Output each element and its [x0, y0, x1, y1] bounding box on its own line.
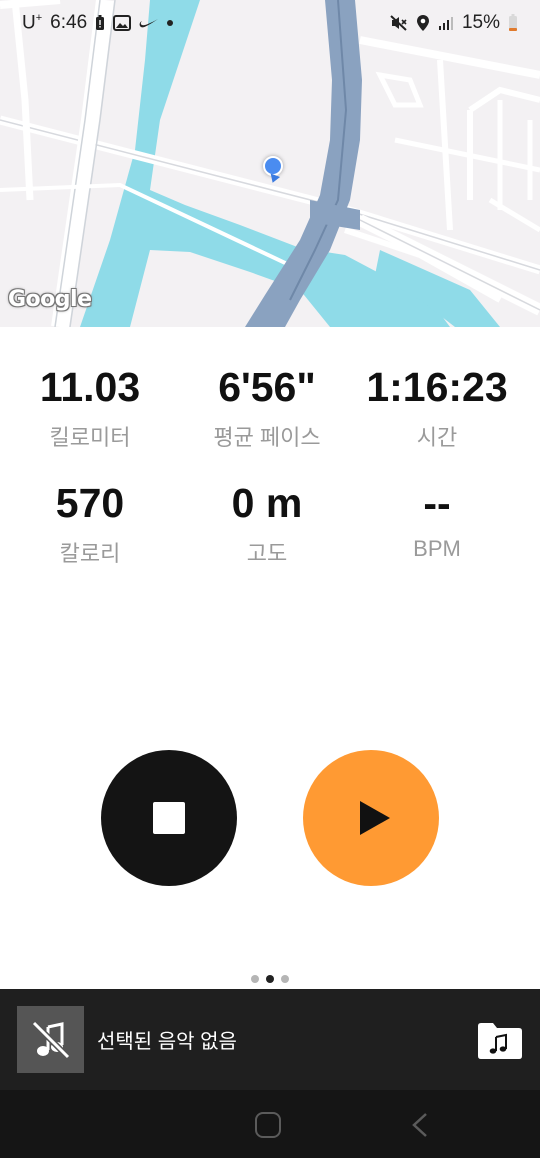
battery-saver-icon: [95, 14, 105, 31]
route-map[interactable]: Google: [0, 0, 540, 327]
nike-swoosh-icon: [139, 17, 159, 29]
back-icon[interactable]: [408, 1112, 432, 1138]
notification-dot-icon: [167, 19, 174, 26]
stat-distance-value: 11.03: [39, 364, 141, 410]
home-icon[interactable]: [255, 1112, 281, 1138]
music-folder-icon: [478, 1022, 522, 1059]
stat-calories-label: 칼로리: [59, 541, 121, 566]
stat-time-value: 1:16:23: [366, 364, 508, 410]
stat-heart-rate: -- BPM: [347, 483, 527, 562]
page-indicator: [0, 975, 540, 983]
stat-time-label: 시간: [416, 425, 458, 450]
resume-button[interactable]: [303, 750, 439, 886]
stat-time: 1:16:23 시간: [347, 367, 527, 452]
google-logo: Google: [8, 287, 92, 312]
music-bar: 선택된 음악 없음: [0, 989, 540, 1090]
play-icon: [360, 801, 390, 835]
stat-heart-rate-label: BPM: [413, 536, 461, 561]
stat-calories-value: 570: [55, 480, 125, 526]
music-status-text: 선택된 음악 없음: [97, 1031, 237, 1053]
stat-calories: 570 칼로리: [0, 483, 180, 568]
stat-heart-rate-value: --: [423, 480, 451, 526]
battery-percent: 15%: [461, 12, 500, 33]
stop-icon: [153, 802, 185, 834]
page-dot[interactable]: [251, 975, 259, 983]
page-dot[interactable]: [281, 975, 289, 983]
stat-distance-label: 킬로미터: [49, 425, 131, 450]
location-pin-icon: [416, 14, 430, 32]
current-location-marker: [263, 156, 283, 176]
signal-icon: [438, 15, 454, 31]
music-off-button[interactable]: [17, 1006, 84, 1073]
stat-distance: 11.03 킬로미터: [0, 367, 180, 452]
page-dot-active[interactable]: [266, 975, 274, 983]
stat-avg-pace: 6'56" 평균 페이스: [177, 367, 357, 452]
music-folder-button[interactable]: [477, 1020, 523, 1060]
gallery-icon: [113, 14, 132, 31]
system-nav-bar: [0, 1090, 540, 1158]
mute-icon: [390, 15, 408, 31]
stat-avg-pace-value: 6'56": [218, 364, 316, 410]
stat-avg-pace-label: 평균 페이스: [213, 425, 321, 450]
carrier-label: U+: [22, 11, 43, 34]
battery-icon: [508, 14, 518, 32]
stat-elevation-label: 고도: [246, 541, 288, 566]
music-off-icon: [31, 1020, 70, 1059]
stop-button[interactable]: [101, 750, 237, 886]
status-time: 6:46: [50, 11, 88, 33]
stat-elevation: 0 m 고도: [177, 483, 357, 568]
status-bar: U+ 6:46 15%: [0, 0, 540, 46]
stat-elevation-value: 0 m: [231, 480, 303, 526]
